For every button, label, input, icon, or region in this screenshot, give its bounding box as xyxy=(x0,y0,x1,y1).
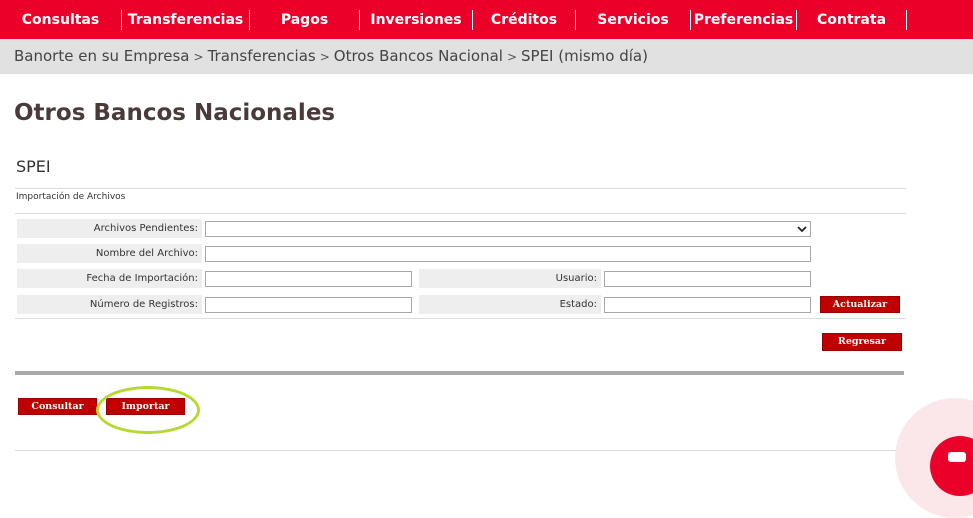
estado-label: Estado: xyxy=(419,295,601,314)
nav-item-consultas[interactable]: Consultas xyxy=(0,9,122,30)
actualizar-button[interactable]: Actualizar xyxy=(820,296,900,313)
top-nav: Consultas Transferencias Pagos Inversion… xyxy=(0,0,973,39)
usuario-label: Usuario: xyxy=(419,269,601,288)
divider xyxy=(15,213,906,214)
section-title: SPEI xyxy=(16,157,51,176)
archivos-pendientes-select[interactable] xyxy=(205,221,811,237)
usuario-input[interactable] xyxy=(604,271,811,287)
breadcrumb-separator: > xyxy=(193,50,204,64)
subsection-title: Importación de Archivos xyxy=(16,192,126,202)
consultar-button[interactable]: Consultar xyxy=(18,398,97,415)
divider xyxy=(15,318,906,319)
nav-item-creditos[interactable]: Créditos xyxy=(473,9,576,30)
breadcrumb-item-spei: SPEI (mismo día) xyxy=(521,47,648,65)
breadcrumb-item-transferencias[interactable]: Transferencias xyxy=(208,47,316,65)
breadcrumb-separator: > xyxy=(506,50,517,64)
nav-item-preferencias[interactable]: Preferencias xyxy=(691,9,797,30)
chevron-down-icon xyxy=(797,226,807,233)
section-divider xyxy=(15,371,904,375)
estado-input[interactable] xyxy=(604,297,811,313)
breadcrumb-separator: > xyxy=(319,50,330,64)
logo-mark xyxy=(948,452,966,462)
importar-highlight-ring xyxy=(96,386,200,434)
breadcrumb-item-banorte[interactable]: Banorte en su Empresa xyxy=(14,47,190,65)
regresar-button[interactable]: Regresar xyxy=(822,333,902,351)
archivos-pendientes-label: Archivos Pendientes: xyxy=(17,219,202,238)
divider xyxy=(15,188,906,189)
nombre-archivo-label: Nombre del Archivo: xyxy=(17,244,202,263)
page-title: Otros Bancos Nacionales xyxy=(14,100,336,126)
nav-item-inversiones[interactable]: Inversiones xyxy=(360,9,473,30)
nav-item-contrata[interactable]: Contrata xyxy=(797,9,907,30)
nombre-archivo-input[interactable] xyxy=(205,246,811,262)
fecha-importacion-label: Fecha de Importación: xyxy=(17,269,202,288)
nav-item-pagos[interactable]: Pagos xyxy=(250,9,360,30)
nav-item-servicios[interactable]: Servicios xyxy=(576,9,691,30)
fecha-importacion-input[interactable] xyxy=(205,271,412,287)
numero-registros-label: Número de Registros: xyxy=(17,295,202,314)
nav-item-transferencias[interactable]: Transferencias xyxy=(122,9,250,30)
breadcrumb: Banorte en su Empresa > Transferencias > Otr… xyxy=(0,39,973,74)
numero-registros-input[interactable] xyxy=(205,297,412,313)
breadcrumb-item-otros-bancos[interactable]: Otros Bancos Nacional xyxy=(334,47,503,65)
divider xyxy=(15,450,906,451)
